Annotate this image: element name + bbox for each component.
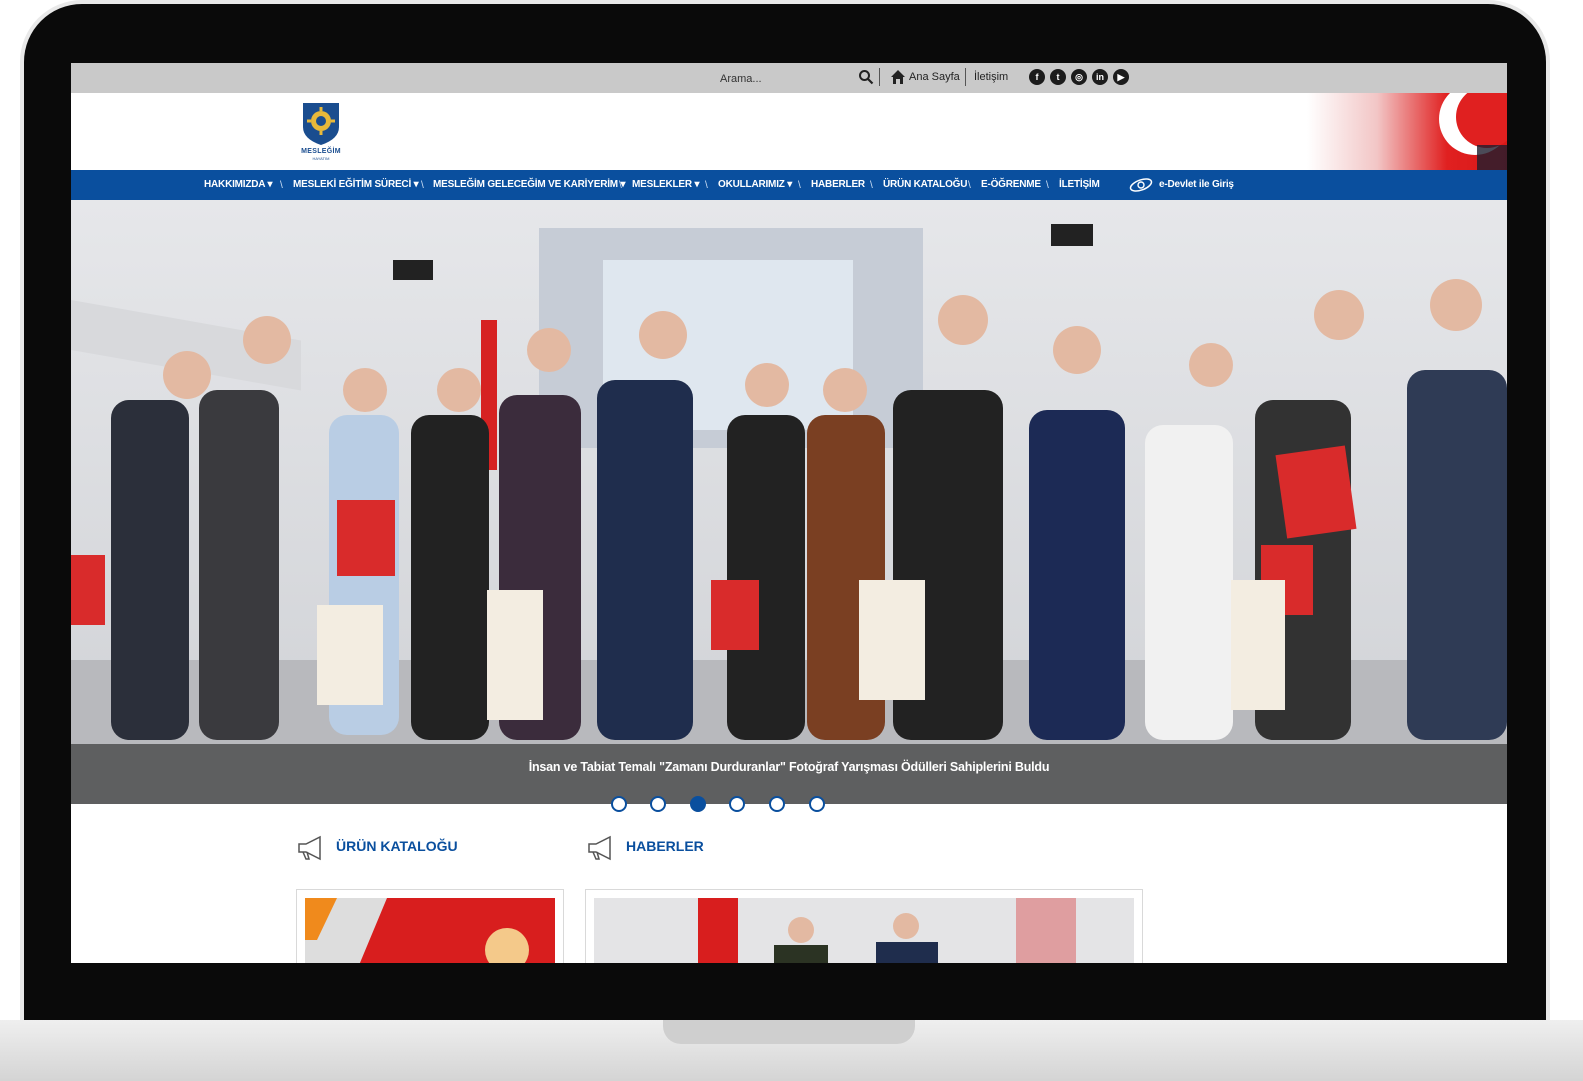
nav-item-hakkimizda[interactable]: HAKKIMIZDA ▾ — [204, 179, 273, 190]
nav-separator: \ — [619, 180, 622, 191]
slider-photo — [71, 200, 1507, 804]
turkish-flag-banner — [1307, 93, 1507, 170]
edevlet-icon[interactable] — [1128, 176, 1154, 194]
nav-item-mesleki-egitim[interactable]: MESLEKİ EĞİTİM SÜRECİ ▾ — [293, 179, 419, 190]
section-title-haberler[interactable]: HABERLER — [626, 838, 704, 854]
home-link[interactable]: Ana Sayfa — [909, 71, 960, 83]
divider — [965, 68, 966, 86]
nav-separator: \ — [705, 180, 708, 191]
slider-caption-bar: İnsan ve Tabiat Temalı "Zamanı Durduranl… — [71, 744, 1507, 804]
contact-link[interactable]: İletişim — [974, 71, 1008, 83]
slider-dot-3[interactable] — [690, 796, 706, 812]
gear-shield-icon — [303, 103, 339, 145]
news-card-image — [594, 898, 1134, 963]
nav-item-urun-katalogu[interactable]: ÜRÜN KATALOĞU — [883, 179, 967, 190]
divider — [879, 68, 880, 86]
nav-item-okullarimiz[interactable]: OKULLARIMIZ ▾ — [718, 179, 792, 190]
nav-item-haberler[interactable]: HABERLER — [811, 179, 865, 190]
nav-separator: \ — [798, 180, 801, 191]
slider-caption[interactable]: İnsan ve Tabiat Temalı "Zamanı Durduranl… — [71, 760, 1507, 774]
laptop-notch — [663, 1020, 915, 1044]
section-title-urun-katalogu[interactable]: ÜRÜN KATALOĞU — [336, 838, 458, 854]
nav-item-meslekler[interactable]: MESLEKLER ▾ — [632, 179, 699, 190]
linkedin-icon[interactable]: in — [1092, 69, 1108, 85]
home-icon[interactable] — [890, 69, 906, 85]
slider-dot-5[interactable] — [769, 796, 785, 812]
nav-separator: \ — [968, 180, 971, 191]
instagram-icon[interactable]: ◎ — [1071, 69, 1087, 85]
browser-screen: Ana Sayfa İletişim f t ◎ in ▶ MESLEĞİM H… — [71, 63, 1507, 963]
nav-item-kariyer[interactable]: MESLEĞİM GELECEĞİM VE KARİYERİM ▾ — [433, 179, 626, 190]
catalog-card-image — [305, 898, 555, 963]
main-nav: HAKKIMIZDA ▾ \ MESLEKİ EĞİTİM SÜRECİ ▾ \… — [71, 170, 1507, 200]
news-card[interactable] — [586, 890, 1142, 963]
edevlet-login-link[interactable]: e-Devlet ile Giriş — [1159, 179, 1234, 190]
slider-dot-1[interactable] — [611, 796, 627, 812]
nav-separator: \ — [421, 180, 424, 191]
catalog-card[interactable] — [297, 890, 563, 963]
nav-separator: \ — [1046, 180, 1049, 191]
slider-dot-6[interactable] — [809, 796, 825, 812]
megaphone-icon — [298, 835, 321, 861]
logo-subtext: HAYATIM — [312, 156, 330, 161]
nav-item-iletisim[interactable]: İLETİŞİM — [1059, 179, 1100, 190]
site-header: MESLEĞİM HAYATIM — [71, 93, 1507, 170]
nav-separator: \ — [870, 180, 873, 191]
search-icon[interactable] — [858, 69, 874, 85]
top-utility-bar: Ana Sayfa İletişim f t ◎ in ▶ — [71, 63, 1507, 93]
megaphone-icon — [588, 835, 611, 861]
hero-slider[interactable]: İnsan ve Tabiat Temalı "Zamanı Durduranl… — [71, 200, 1507, 804]
facebook-icon[interactable]: f — [1029, 69, 1045, 85]
nav-item-e-ogrenme[interactable]: E-ÖĞRENME — [981, 179, 1041, 190]
youtube-icon[interactable]: ▶ — [1113, 69, 1129, 85]
nav-separator: \ — [280, 180, 283, 191]
twitter-icon[interactable]: t — [1050, 69, 1066, 85]
site-logo[interactable]: MESLEĞİM HAYATIM — [293, 99, 349, 165]
slider-dot-4[interactable] — [729, 796, 745, 812]
logo-text: MESLEĞİM — [301, 148, 341, 155]
slider-dot-2[interactable] — [650, 796, 666, 812]
crescent-icon — [1439, 93, 1507, 170]
